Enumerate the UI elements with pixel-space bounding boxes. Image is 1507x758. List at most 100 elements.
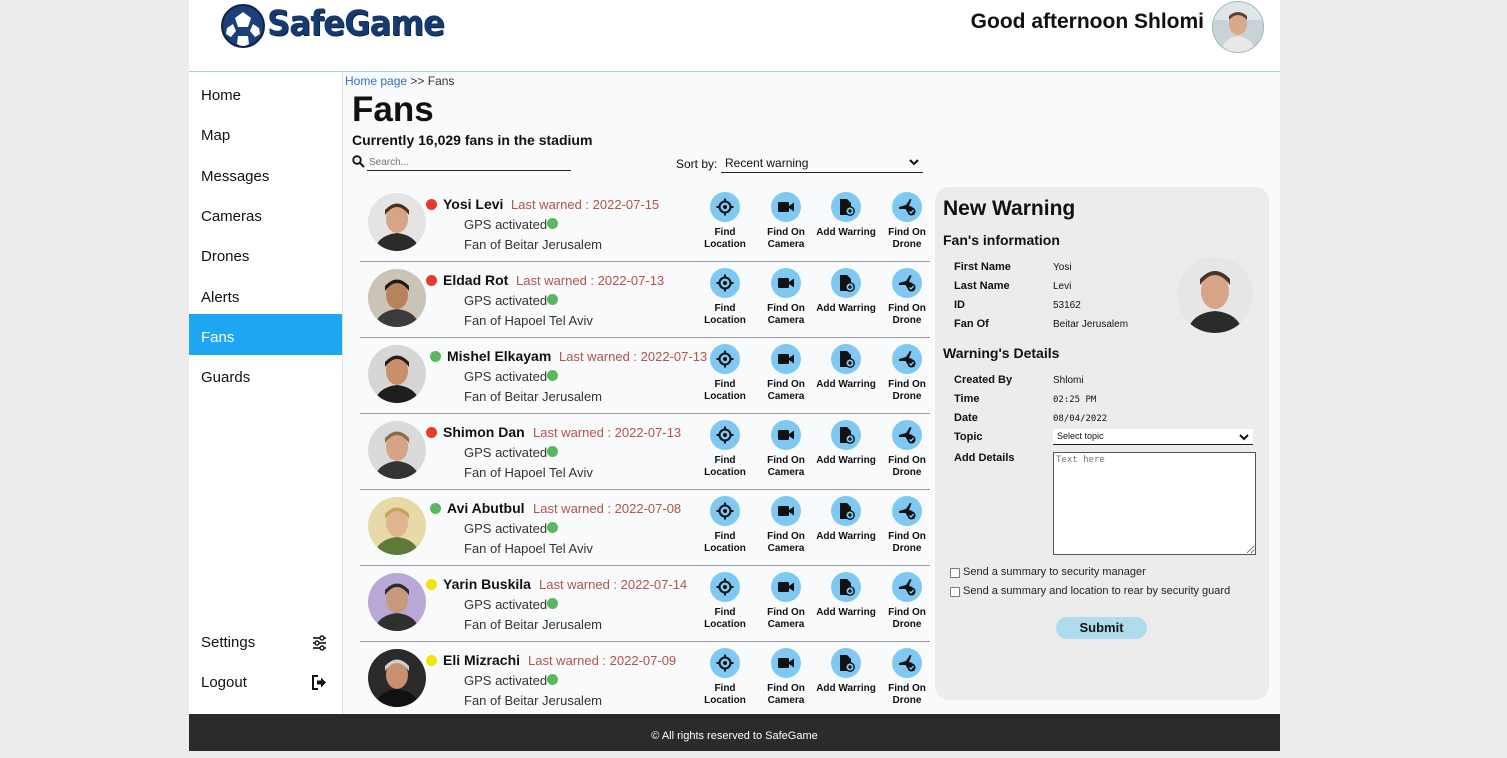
fan-photo-large [1177, 257, 1253, 333]
action-label: Find Location [704, 531, 746, 554]
find-location-button[interactable]: Find Location [695, 268, 755, 336]
find-on-camera-button[interactable]: Find On Camera [756, 648, 816, 714]
gps-status: GPS activated [464, 217, 548, 232]
video-camera-icon [778, 354, 794, 364]
fan-photo[interactable] [368, 497, 426, 555]
fan-of-value: Beitar Jerusalem [1053, 319, 1129, 330]
fan-photo[interactable] [368, 573, 426, 631]
search-box [352, 154, 571, 172]
add-warning-button[interactable]: Add Warring [816, 268, 876, 336]
find-on-drone-button[interactable]: Find On Drone [877, 648, 930, 714]
sidebar-item-drones[interactable]: Drones [189, 235, 342, 276]
document-add-icon [840, 427, 855, 444]
action-circle [831, 420, 861, 450]
action-circle [831, 268, 861, 298]
find-location-button[interactable]: Find Location [695, 420, 755, 488]
sidebar-item-messages[interactable]: Messages [189, 155, 342, 196]
find-on-drone-button[interactable]: Find On Drone [877, 344, 930, 412]
find-location-button[interactable]: Find Location [695, 192, 755, 260]
breadcrumb-separator: >> [410, 74, 425, 88]
summary-guard-checkbox[interactable] [950, 587, 960, 597]
add-warning-button[interactable]: Add Warring [816, 192, 876, 260]
created-by-value: Shlomi [1053, 375, 1084, 386]
action-label: Find On Drone [888, 683, 926, 706]
find-on-drone-button[interactable]: Find On Drone [877, 192, 930, 260]
last-warned: Last warned : 2022-07-14 [539, 577, 688, 592]
sidebar-item-alerts[interactable]: Alerts [189, 276, 342, 317]
avatar[interactable] [1212, 1, 1264, 53]
status-dot [426, 275, 437, 286]
gps-dot [547, 598, 558, 609]
sidebar-item-settings[interactable]: Settings [189, 621, 342, 662]
fan-name: Avi Abutbul [447, 500, 525, 516]
add-warning-button[interactable]: Add Warring [816, 572, 876, 640]
find-location-button[interactable]: Find Location [695, 496, 755, 564]
gps-dot [547, 674, 558, 685]
sort-select[interactable]: Recent warning [721, 155, 923, 173]
fan-photo[interactable] [368, 193, 426, 251]
summary-manager-checkbox[interactable] [950, 568, 960, 578]
find-location-button[interactable]: Find Location [695, 344, 755, 412]
find-location-button[interactable]: Find Location [695, 648, 755, 714]
find-on-drone-button[interactable]: Find On Drone [877, 496, 930, 564]
breadcrumb: Home page >> Fans [345, 74, 454, 88]
crosshair-icon [716, 654, 734, 672]
action-circle [771, 496, 801, 526]
find-on-drone-button[interactable]: Find On Drone [877, 268, 930, 336]
gps-status: GPS activated [464, 597, 548, 612]
find-on-camera-button[interactable]: Find On Camera [756, 496, 816, 564]
add-warning-button[interactable]: Add Warring [816, 344, 876, 412]
last-warned: Last warned : 2022-07-09 [528, 653, 677, 668]
logo-text: SafeGame [267, 4, 445, 44]
gps-dot [547, 294, 558, 305]
sidebar-item-logout[interactable]: Logout [189, 661, 342, 702]
find-on-camera-button[interactable]: Find On Camera [756, 192, 816, 260]
sidebar-item-home[interactable]: Home [189, 74, 342, 115]
find-on-drone-button[interactable]: Find On Drone [877, 420, 930, 488]
video-camera-icon [778, 506, 794, 516]
avatar-photo [1213, 2, 1263, 52]
fan-count: Currently 16,029 fans in the stadium [352, 132, 593, 148]
sidebar-item-cameras[interactable]: Cameras [189, 195, 342, 236]
sidebar-item-guards[interactable]: Guards [189, 356, 342, 397]
add-details-label: Add Details [954, 452, 1015, 464]
fan-photo[interactable] [368, 421, 426, 479]
sidebar-item-fans[interactable]: Fans [189, 314, 342, 355]
fan-photo[interactable] [368, 345, 426, 403]
search-input[interactable] [367, 155, 571, 171]
add-warning-button[interactable]: Add Warring [816, 648, 876, 714]
document-add-icon [840, 503, 855, 520]
topic-select[interactable]: Select topic [1053, 429, 1253, 445]
fan-row: Eldad Rot Last warned : 2022-07-13 GPS act… [360, 261, 930, 338]
fan-photo[interactable] [368, 269, 426, 327]
search-icon [352, 155, 365, 168]
logo[interactable]: SafeGame [221, 4, 445, 52]
fan-name: Shimon Dan [443, 424, 525, 440]
gps-dot [547, 370, 558, 381]
sort-value: Recent warning [725, 156, 809, 170]
find-location-button[interactable]: Find Location [695, 572, 755, 640]
sidebar-item-map[interactable]: Map [189, 114, 342, 155]
find-on-camera-button[interactable]: Find On Camera [756, 572, 816, 640]
gps-status: GPS activated [464, 673, 548, 688]
submit-button[interactable]: Submit [1056, 617, 1147, 639]
add-warning-button[interactable]: Add Warring [816, 420, 876, 488]
action-circle [831, 496, 861, 526]
chevron-down-icon [1239, 434, 1249, 441]
action-label: Find On Drone [888, 455, 926, 478]
crosshair-icon [716, 502, 734, 520]
details-textarea[interactable] [1053, 452, 1256, 555]
fan-photo[interactable] [368, 649, 426, 707]
find-on-camera-button[interactable]: Find On Camera [756, 268, 816, 336]
sidebar-item-label: Cameras [201, 208, 262, 225]
id-value: 53162 [1053, 300, 1081, 311]
breadcrumb-home-link[interactable]: Home page [345, 74, 407, 88]
add-warning-button[interactable]: Add Warring [816, 496, 876, 564]
find-on-camera-button[interactable]: Find On Camera [756, 420, 816, 488]
fan-row: Yarin Buskila Last warned : 2022-07-14 GPS… [360, 565, 930, 642]
video-camera-icon [778, 582, 794, 592]
document-add-icon [840, 351, 855, 368]
action-circle [892, 344, 922, 374]
find-on-camera-button[interactable]: Find On Camera [756, 344, 816, 412]
find-on-drone-button[interactable]: Find On Drone [877, 572, 930, 640]
